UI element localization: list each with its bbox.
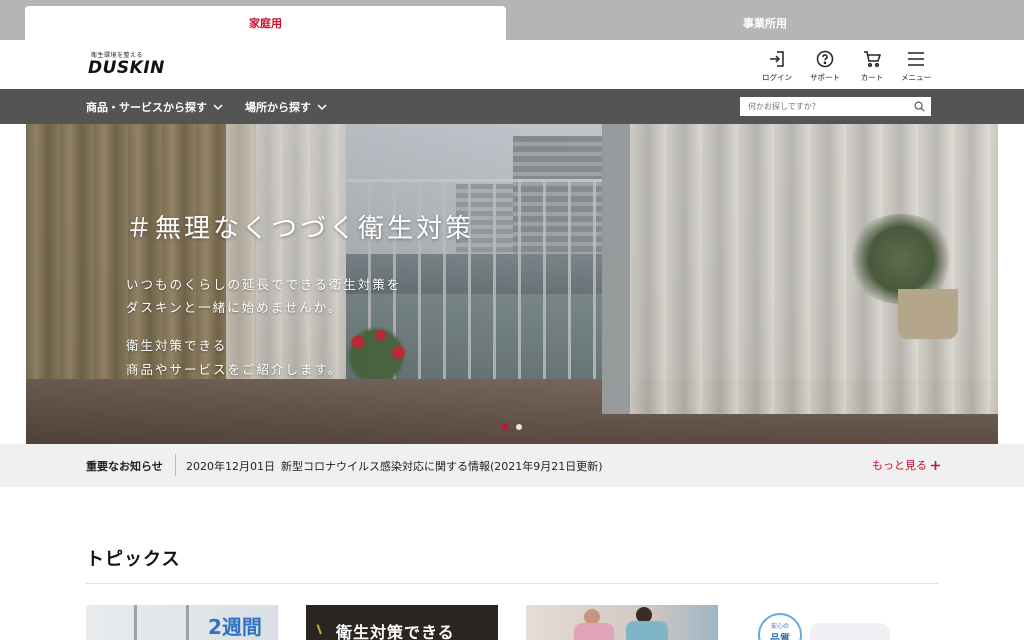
tab-home[interactable]: 家庭用 xyxy=(25,6,506,40)
quality-badge: 安心の 品質 xyxy=(758,613,802,640)
hero-copy-line: ダスキンと一緒に始めませんか。 xyxy=(126,300,343,315)
carousel-dot-active[interactable] xyxy=(502,424,508,430)
topics-heading: トピックス xyxy=(86,549,181,570)
duskin-logo[interactable]: 衛生環境を整える DUSKIN xyxy=(88,50,168,80)
cart-button[interactable]: カート xyxy=(852,50,892,84)
hero-copy-line: 衛生対策できる xyxy=(126,338,228,353)
important-notice-bar: 重要なお知らせ 2020年12月01日 新型コロナウイルス感染対応に関する情報(… xyxy=(0,444,1024,487)
carousel-dot[interactable] xyxy=(516,424,522,430)
topic-card[interactable]: 安心の 品質 xyxy=(746,605,938,640)
card-ornament xyxy=(316,621,330,635)
support-button[interactable]: サポート xyxy=(805,50,845,84)
login-button[interactable]: ログイン xyxy=(757,50,797,84)
topics-divider xyxy=(86,583,938,584)
hero-banner[interactable]: ＃無理なくつづく衛生対策 いつものくらしの延長でできる衛生対策を ダスキンと一緒… xyxy=(26,124,998,444)
menu-label: メニュー xyxy=(901,73,931,82)
chevron-down-icon xyxy=(213,103,223,110)
nav-products-dropdown[interactable]: 商品・サービスから探す xyxy=(86,89,223,124)
notice-date: 2020年12月01日 xyxy=(186,460,275,473)
quality-badge-large: 品質 xyxy=(770,634,790,640)
logo-wordmark: DUSKIN xyxy=(88,58,165,78)
search-box xyxy=(740,97,931,116)
notice-link[interactable]: 新型コロナウイルス感染対応に関する情報(2021年9月21日更新) xyxy=(281,458,603,474)
nav-places-label: 場所から探す xyxy=(245,100,311,114)
plus-icon xyxy=(931,460,940,470)
see-more-link[interactable]: もっと見る xyxy=(872,457,940,473)
notice-divider xyxy=(175,454,176,476)
quality-badge-small: 安心の xyxy=(770,623,789,630)
topic-card[interactable]: 2週間 xyxy=(86,605,278,640)
card-person-body xyxy=(574,623,614,640)
hero-title: ＃無理なくつづく衛生対策 xyxy=(126,214,475,244)
card-product-image xyxy=(810,623,890,640)
search-input[interactable] xyxy=(740,97,908,116)
menu-button[interactable]: メニュー xyxy=(896,50,936,84)
topic-card-caption: 衛生対策できる xyxy=(336,623,455,640)
hero-copy-line: 商品やサービスをご紹介します。 xyxy=(126,362,343,377)
support-label: サポート xyxy=(810,73,840,82)
topic-card-caption: 2週間 xyxy=(208,615,262,639)
hero-copy-line: いつものくらしの延長でできる衛生対策を xyxy=(126,277,402,292)
topic-card[interactable] xyxy=(526,605,718,640)
chevron-down-icon xyxy=(317,103,327,110)
card-image-detail xyxy=(186,605,189,640)
topic-card[interactable]: 衛生対策できる xyxy=(306,605,498,640)
card-image-detail xyxy=(134,605,137,640)
tab-business[interactable]: 事業所用 xyxy=(506,6,1024,40)
notice-label: 重要なお知らせ xyxy=(86,460,163,473)
help-circle-icon xyxy=(816,50,834,68)
login-label: ログイン xyxy=(762,73,792,82)
cart-icon xyxy=(864,51,881,68)
nav-products-label: 商品・サービスから探す xyxy=(86,100,207,114)
cart-label: カート xyxy=(860,73,884,82)
search-icon[interactable] xyxy=(914,101,925,112)
global-nav: 商品・サービスから探す 場所から探す xyxy=(0,89,1024,124)
site-tabs: 家庭用 事業所用 xyxy=(0,0,1024,40)
hamburger-menu-icon xyxy=(908,52,924,66)
card-person-body xyxy=(626,621,668,640)
login-icon xyxy=(770,51,784,67)
see-more-label: もっと見る xyxy=(872,459,927,472)
nav-places-dropdown[interactable]: 場所から探す xyxy=(245,89,327,124)
site-header: 衛生環境を整える DUSKIN ログイン サポート カート メニュー xyxy=(0,40,1024,89)
